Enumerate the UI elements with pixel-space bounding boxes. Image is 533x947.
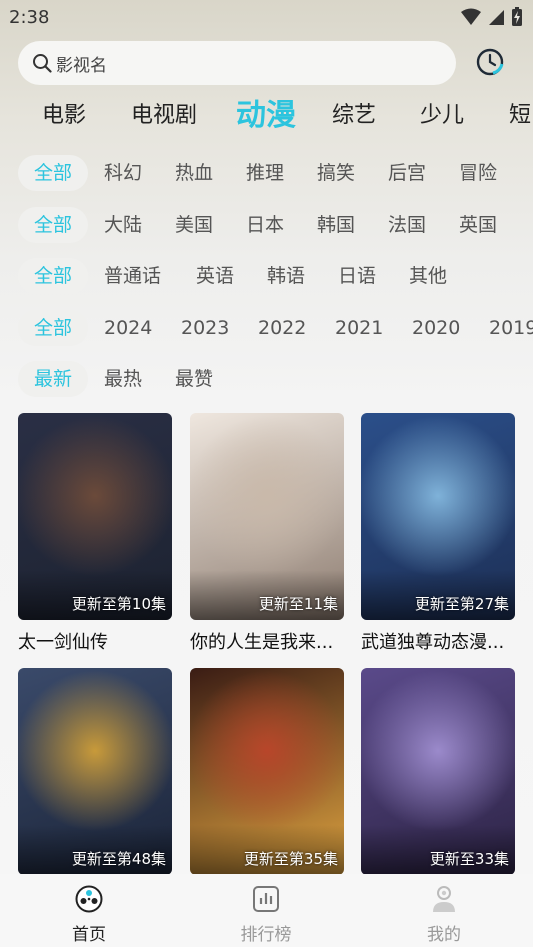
genre-chip[interactable]: 推理 [246,155,284,191]
language-chip[interactable]: 日语 [338,258,376,294]
video-title: 武道独尊动态漫... [361,632,505,653]
poster-image: 更新至第35集 [190,668,344,875]
language-chip[interactable]: 韩语 [267,258,305,294]
video-card[interactable]: 更新至第48集 [18,668,172,875]
year-chip[interactable]: 2023 [181,310,229,346]
search-input[interactable]: 影视名 [18,41,456,85]
poster-image: 更新至第10集 [18,413,172,620]
genre-filter-row: 全部 科幻 热血 推理 搞笑 后宫 冒险 [0,155,533,193]
search-placeholder: 影视名 [56,55,107,76]
language-chip[interactable]: 普通话 [104,258,161,294]
region-chip[interactable]: 法国 [388,207,426,243]
region-chip-all[interactable]: 全部 [18,207,88,243]
video-card[interactable]: 更新至第35集 [190,668,344,875]
tab-anime[interactable]: 动漫 [236,92,296,140]
search-row: 影视名 [18,41,515,85]
video-title: 太一剑仙传 [18,632,108,653]
tab-short[interactable]: 短 [509,92,531,140]
nav-profile-label: 我的 [427,925,461,945]
history-button[interactable] [473,45,509,81]
clock-history-icon [476,48,504,76]
region-chip[interactable]: 英国 [459,207,497,243]
sort-chip-most-liked[interactable]: 最赞 [175,361,213,397]
sort-chip-latest[interactable]: 最新 [18,361,88,397]
genre-chip[interactable]: 冒险 [459,155,497,191]
episode-badge: 更新至第35集 [243,850,338,868]
search-icon [33,54,52,73]
region-chip[interactable]: 日本 [246,207,284,243]
video-title: 你的人生是我来... [190,632,334,653]
cellular-signal-icon [489,10,504,25]
nav-ranking[interactable]: 排行榜 [226,884,306,945]
video-card[interactable]: 更新至11集 你的人生是我来... [190,413,344,654]
status-time: 2:38 [9,7,50,28]
episode-badge: 更新至第27集 [414,595,509,613]
region-chip[interactable]: 韩国 [317,207,355,243]
poster-image: 更新至第27集 [361,413,515,620]
genre-chip[interactable]: 科幻 [104,155,142,191]
genre-chip[interactable]: 搞笑 [317,155,355,191]
year-chip[interactable]: 2024 [104,310,152,346]
episode-badge: 更新至33集 [429,850,509,868]
region-chip[interactable]: 美国 [175,207,213,243]
video-card[interactable]: 更新至33集 [361,668,515,875]
sort-chip-hottest[interactable]: 最热 [104,361,142,397]
region-filter-row: 全部 大陆 美国 日本 韩国 法国 英国 [0,207,533,245]
episode-badge: 更新至第10集 [71,595,166,613]
nav-home[interactable]: 首页 [49,884,129,945]
language-chip[interactable]: 英语 [196,258,234,294]
bottom-nav: 首页 排行榜 我的 [0,874,533,947]
tab-kids[interactable]: 少儿 [420,92,464,140]
episode-badge: 更新至第48集 [71,850,166,868]
genre-chip-all[interactable]: 全部 [18,155,88,191]
genre-chip[interactable]: 后宫 [388,155,426,191]
video-card[interactable]: 更新至第10集 太一剑仙传 [18,413,172,654]
tab-movie[interactable]: 电影 [42,92,86,140]
language-chip[interactable]: 其他 [409,258,447,294]
video-card[interactable]: 更新至第27集 武道独尊动态漫... [361,413,515,654]
poster-image: 更新至11集 [190,413,344,620]
year-chip[interactable]: 2019 [489,310,533,346]
poster-image: 更新至33集 [361,668,515,875]
genre-chip[interactable]: 热血 [175,155,213,191]
status-bar: 2:38 [0,0,533,36]
episode-badge: 更新至11集 [258,595,338,613]
language-filter-row: 全部 普通话 英语 韩语 日语 其他 [0,258,533,296]
language-chip-all[interactable]: 全部 [18,258,88,294]
nav-ranking-label: 排行榜 [240,925,292,945]
sort-filter-row: 最新 最热 最赞 [0,361,533,399]
status-icons [461,7,523,27]
battery-charging-icon [512,7,522,26]
nav-profile[interactable]: 我的 [404,884,484,945]
region-chip[interactable]: 大陆 [104,207,142,243]
wifi-icon [461,8,481,25]
nav-home-label: 首页 [72,925,106,945]
poster-image: 更新至第48集 [18,668,172,875]
tab-variety[interactable]: 综艺 [332,92,376,140]
profile-icon [433,886,455,912]
year-chip[interactable]: 2021 [335,310,383,346]
year-chip-all[interactable]: 全部 [18,310,88,346]
year-filter-row: 全部 2024 2023 2022 2021 2020 2019 [0,310,533,348]
year-chip[interactable]: 2022 [258,310,306,346]
home-film-reel-icon [75,885,103,913]
ranking-chart-icon [253,886,279,912]
tab-tv-series[interactable]: 电视剧 [131,92,197,140]
category-tabs: 电影 电视剧 动漫 综艺 少儿 短 [0,92,533,140]
year-chip[interactable]: 2020 [412,310,460,346]
